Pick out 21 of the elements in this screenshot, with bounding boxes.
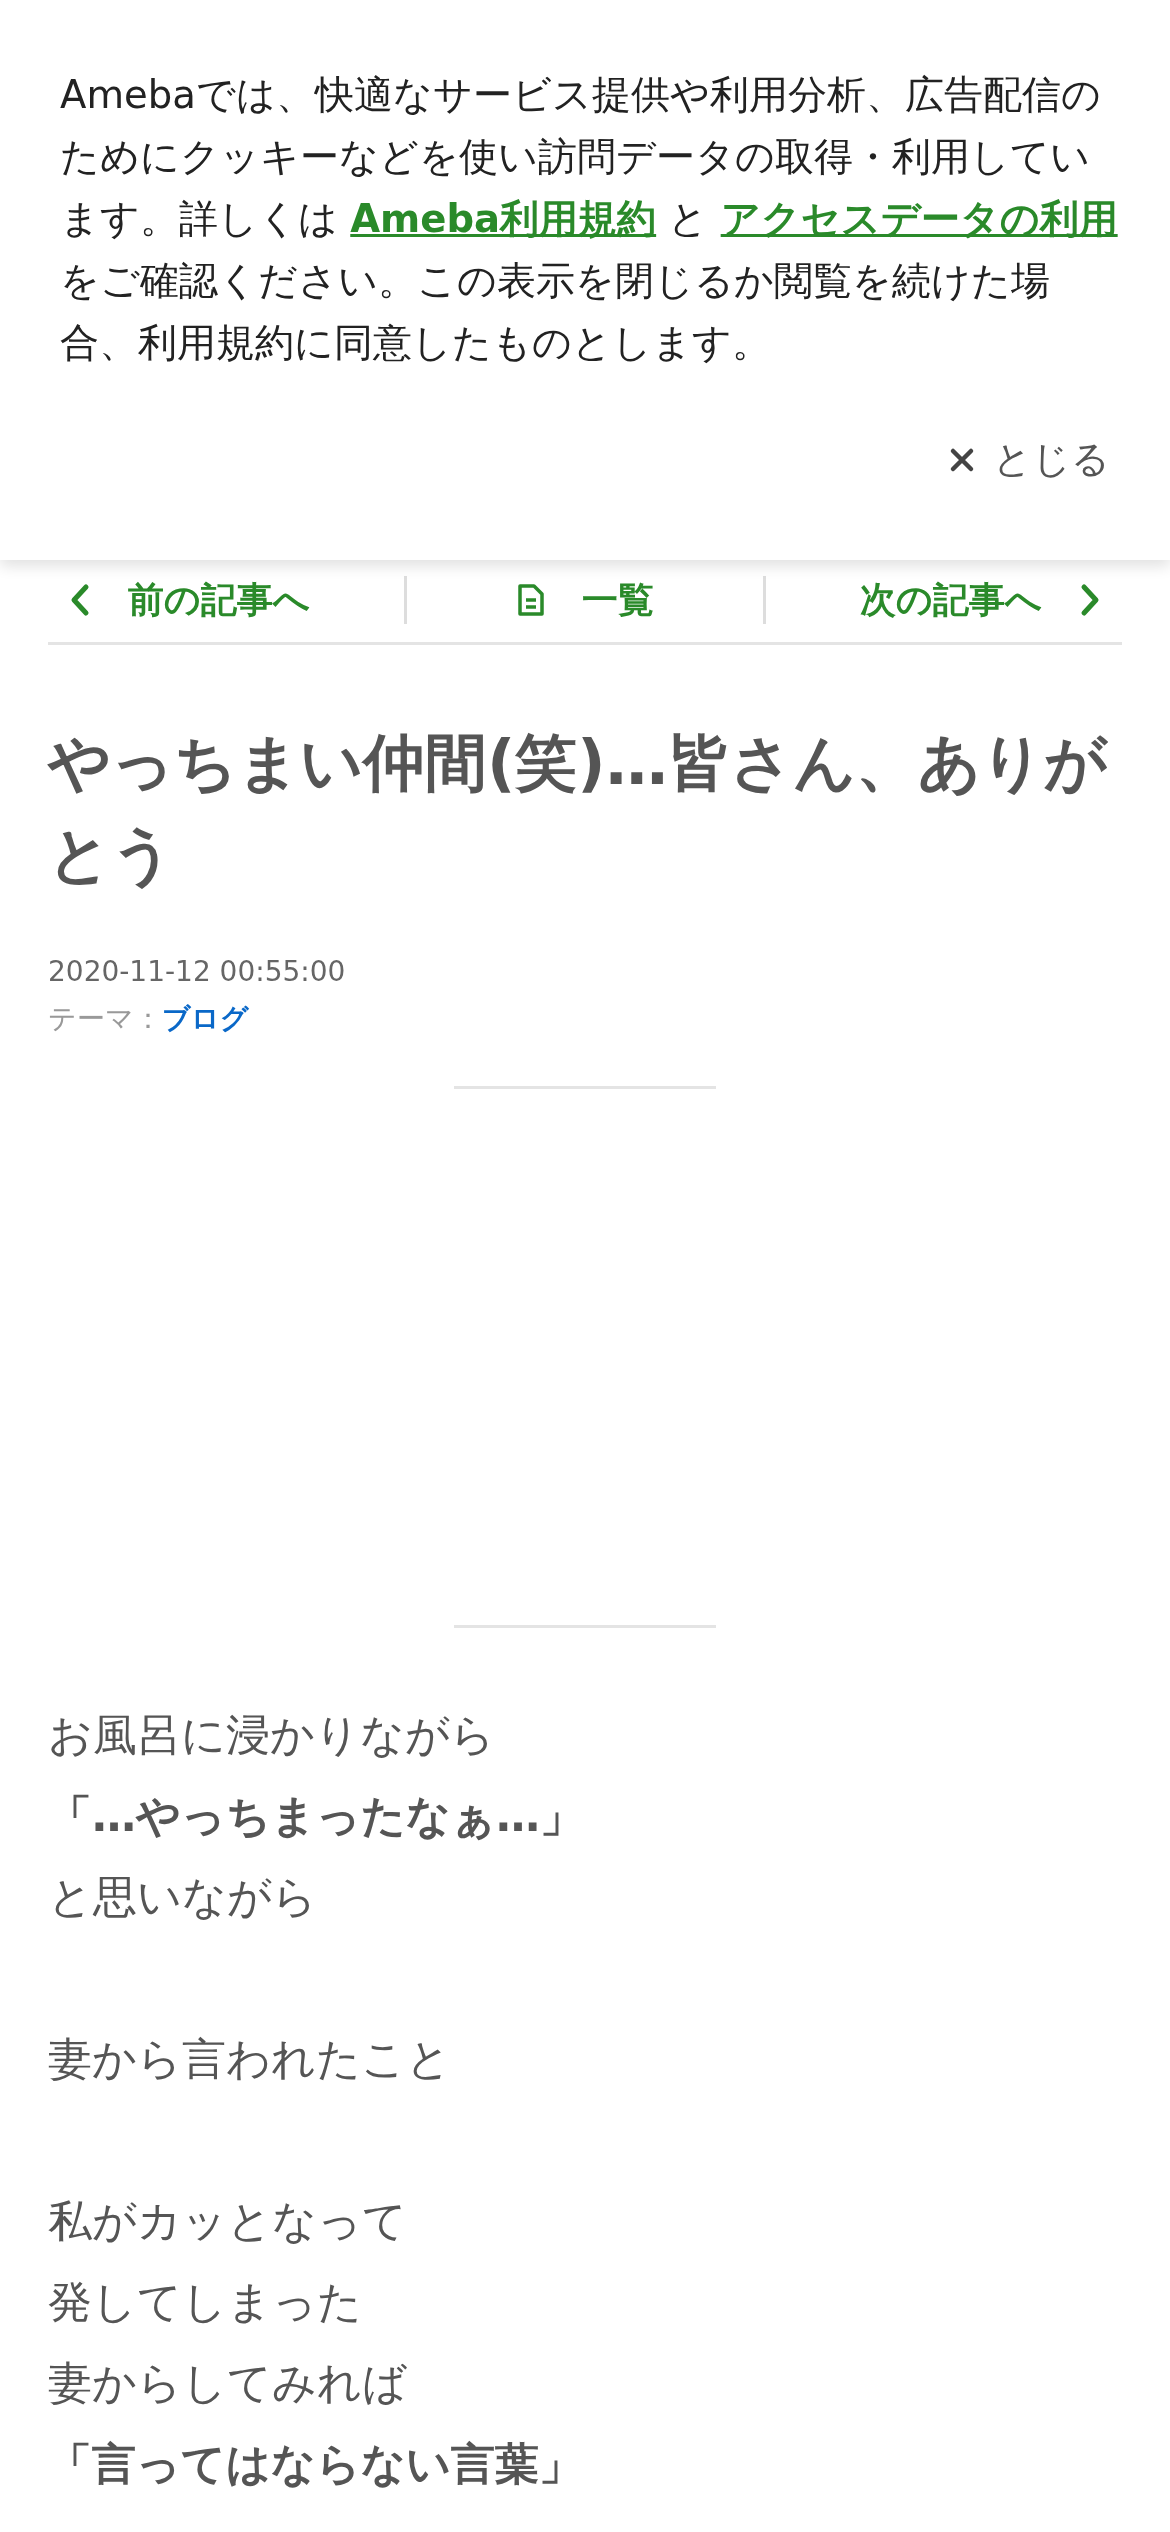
body-text: 妻から言われたこと [48, 2032, 452, 2086]
article-title: やっちまい仲間(笑)…皆さん、ありがとう [48, 725, 1109, 893]
body-text: 発してしまった [48, 2275, 363, 2329]
document-icon [516, 582, 546, 618]
terms-link[interactable]: Ameba利用規約 [350, 196, 657, 241]
body-text: 妻からしてみれば [48, 2356, 408, 2410]
terms-link[interactable]: アクセスデータの利用 [720, 196, 1118, 241]
theme-link[interactable]: ブログ [162, 1002, 249, 1035]
body-text: お風呂に浸かりながら [48, 1708, 496, 1762]
body-text: と思いながら [48, 1870, 318, 1924]
body-text: 「言ってはならない言葉」 [48, 2437, 584, 2491]
body-text: 私がカッとなって [48, 2194, 408, 2248]
next-article-link[interactable]: 次の記事へ [766, 575, 1122, 625]
close-icon [949, 446, 975, 473]
cookie-notice: Amebaでは、快適なサービス提供や利用分析、広告配信のためにクッキーなどを使い訪問データの取得・利用しています。詳しくは Ameba利用規約 と アクセスデータの利用 をご確認ください。この表示を閉じるか閲覧を続けた場合、利用規約に同意したものとします。 [60, 71, 1119, 367]
theme-label: テーマ： [48, 1002, 162, 1035]
close-button[interactable]: とじる [949, 434, 1110, 485]
article-list-link[interactable]: 一覧 [407, 575, 763, 625]
previous-article-link[interactable]: 前の記事へ [48, 575, 404, 625]
body-text: 「…やっちまったなぁ…」 [48, 1789, 585, 1843]
post-date: 2020-11-12 00:55:00 [48, 955, 347, 988]
